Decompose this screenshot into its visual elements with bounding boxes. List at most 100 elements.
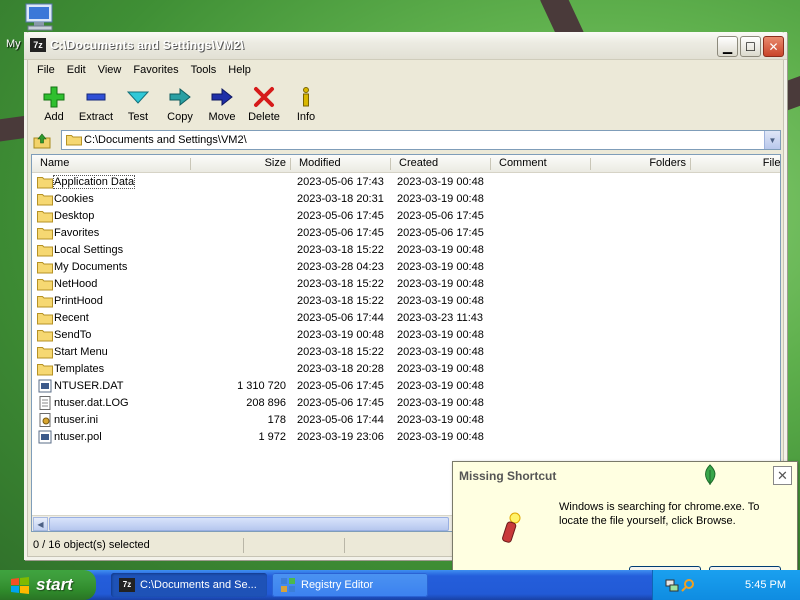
file-row[interactable]: Templates 2023-03-18 20:28 2023-03-19 00:4… — [32, 361, 780, 378]
move-button[interactable]: Move — [201, 82, 243, 128]
column-name[interactable]: Name — [40, 157, 69, 169]
file-size: 1 310 720 — [237, 380, 286, 392]
address-dropdown-button[interactable]: ▼ — [764, 131, 780, 149]
file-row[interactable]: ntuser.ini 178 2023-05-06 17:44 2023-03-19 … — [32, 412, 780, 429]
file-row[interactable]: ntuser.dat.LOG 208 896 2023-05-06 17:45 202… — [32, 395, 780, 412]
minimize-button[interactable]: ▁ — [717, 36, 738, 57]
file-row[interactable]: NTUSER.DAT 1 310 720 2023-05-06 17:45 2023-… — [32, 378, 780, 395]
column-folders[interactable]: Folders — [640, 157, 686, 169]
menu-favorites[interactable]: Favorites — [127, 61, 184, 81]
column-size[interactable]: Size — [260, 157, 286, 169]
file-icon — [37, 396, 53, 410]
start-button[interactable]: start — [0, 570, 96, 600]
folder-icon — [37, 294, 53, 308]
file-icon — [37, 430, 53, 444]
up-folder-button[interactable] — [31, 131, 53, 151]
column-divider[interactable] — [390, 158, 391, 170]
taskbar-item-label: Registry Editor — [301, 579, 374, 591]
file-size: 208 896 — [246, 397, 286, 409]
file-modified: 2023-03-18 15:22 — [297, 295, 384, 307]
notification-close-button[interactable]: ✕ — [773, 466, 792, 485]
file-name: Local Settings — [54, 244, 124, 256]
column-modified[interactable]: Modified — [299, 157, 341, 169]
test-label: Test — [127, 111, 149, 123]
taskbar-item-registry-editor[interactable]: Registry Editor — [272, 573, 428, 597]
move-label: Move — [208, 111, 236, 123]
file-modified: 2023-05-06 17:45 — [297, 210, 384, 222]
scroll-thumb[interactable] — [49, 517, 449, 531]
extract-button[interactable]: Extract — [75, 82, 117, 128]
folder-icon — [37, 175, 53, 189]
file-created: 2023-03-19 00:48 — [397, 193, 484, 205]
file-name: Favorites — [54, 227, 100, 239]
close-button[interactable]: ✕ — [763, 36, 784, 57]
delete-button[interactable]: Delete — [243, 82, 285, 128]
column-files[interactable]: Files — [750, 157, 780, 169]
info-label: Info — [296, 111, 316, 123]
folder-icon — [37, 209, 53, 223]
test-button[interactable]: Test — [117, 82, 159, 128]
file-name: Templates — [54, 363, 105, 375]
file-row[interactable]: Local Settings 2023-03-18 15:22 2023-03-19… — [32, 242, 780, 259]
menu-help[interactable]: Help — [222, 61, 257, 81]
file-row[interactable]: Start Menu 2023-03-18 15:22 2023-03-19 00:… — [32, 344, 780, 361]
file-created: 2023-03-23 11:43 — [397, 312, 484, 324]
column-divider[interactable] — [490, 158, 491, 170]
file-modified: 2023-05-06 17:43 — [297, 176, 384, 188]
menu-tools[interactable]: Tools — [185, 61, 223, 81]
desktop-icon-label: My — [6, 38, 21, 50]
column-divider[interactable] — [290, 158, 291, 170]
file-row[interactable]: ntuser.pol 1 972 2023-03-19 23:06 2023-03-1… — [32, 429, 780, 446]
file-row[interactable]: My Documents 2023-03-28 04:23 2023-03-19 0… — [32, 259, 780, 276]
info-icon — [295, 86, 317, 108]
file-row[interactable]: PrintHood 2023-03-18 15:22 2023-03-19 00:4… — [32, 293, 780, 310]
menu-file[interactable]: File — [31, 61, 61, 81]
address-input[interactable]: C:\Documents and Settings\VM2\ ▼ — [61, 130, 781, 150]
7zip-icon: 7z — [119, 578, 135, 592]
file-rows: Application Data 2023-05-06 17:43 2023-03-… — [32, 174, 780, 446]
column-created[interactable]: Created — [399, 157, 438, 169]
taskbar: start 7z C:\Documents and Se... Registry… — [0, 570, 800, 600]
info-button[interactable]: Info — [285, 82, 327, 128]
title-bar[interactable]: 7z C:\Documents and Settings\VM2\ ▁ ☐ ✕ — [24, 32, 787, 60]
scroll-left-button[interactable]: ◀ — [33, 517, 48, 531]
file-row[interactable]: NetHood 2023-03-18 15:22 2023-03-19 00:48 — [32, 276, 780, 293]
file-row[interactable]: SendTo 2023-03-19 00:48 2023-03-19 00:48 — [32, 327, 780, 344]
file-row[interactable]: Recent 2023-05-06 17:44 2023-03-23 11:43 — [32, 310, 780, 327]
add-button[interactable]: Add — [33, 82, 75, 128]
status-divider — [344, 538, 345, 553]
column-divider[interactable] — [590, 158, 591, 170]
network-icon[interactable] — [665, 578, 679, 592]
file-name: Recent — [54, 312, 89, 324]
folder-icon — [37, 243, 53, 257]
address-path: C:\Documents and Settings\VM2\ — [84, 134, 247, 146]
column-comment[interactable]: Comment — [499, 157, 547, 169]
maximize-button[interactable]: ☐ — [740, 36, 761, 57]
extract-icon — [85, 86, 107, 108]
file-row[interactable]: Cookies 2023-03-18 20:31 2023-03-19 00:48 — [32, 191, 780, 208]
column-divider[interactable] — [190, 158, 191, 170]
menu-edit[interactable]: Edit — [61, 61, 92, 81]
file-row[interactable]: Desktop 2023-05-06 17:45 2023-05-06 17:45 — [32, 208, 780, 225]
file-name: Desktop — [54, 210, 95, 222]
add-icon — [43, 86, 65, 108]
file-created: 2023-03-19 00:48 — [397, 414, 484, 426]
maximize-icon: ☐ — [745, 39, 756, 54]
copy-button[interactable]: Copy — [159, 82, 201, 128]
column-divider[interactable] — [690, 158, 691, 170]
taskbar-item-7zip[interactable]: 7z C:\Documents and Se... — [111, 573, 267, 597]
taskbar-clock[interactable]: 5:45 PM — [745, 579, 786, 591]
folder-icon — [37, 362, 53, 376]
file-row[interactable]: Favorites 2023-05-06 17:45 2023-05-06 17:4… — [32, 225, 780, 242]
registry-editor-icon — [281, 578, 295, 592]
menu-view[interactable]: View — [92, 61, 128, 81]
notification-title: Missing Shortcut — [459, 469, 557, 483]
file-created: 2023-03-19 00:48 — [397, 363, 484, 375]
file-row[interactable]: Application Data 2023-05-06 17:43 2023-03-… — [32, 174, 780, 191]
delete-icon — [253, 86, 275, 108]
file-modified: 2023-03-18 15:22 — [297, 278, 384, 290]
my-computer-icon[interactable] — [22, 2, 58, 32]
chevron-down-icon: ▼ — [768, 135, 777, 145]
search-icon[interactable] — [681, 578, 695, 592]
file-modified: 2023-03-19 23:06 — [297, 431, 384, 443]
